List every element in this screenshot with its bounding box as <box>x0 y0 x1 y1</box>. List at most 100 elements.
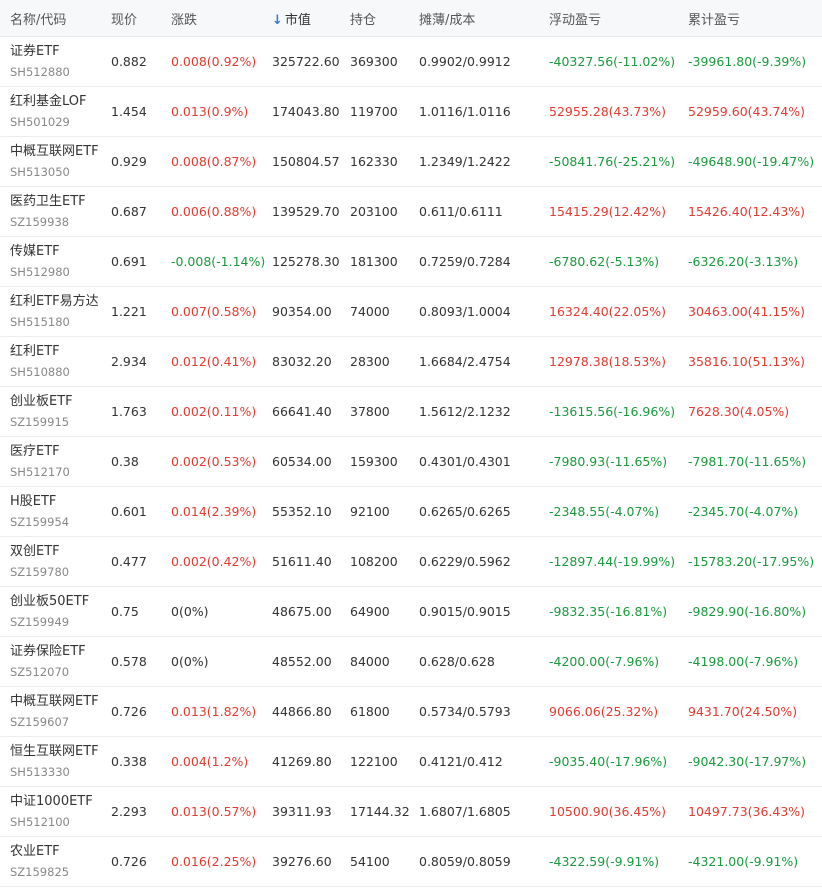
column-header-change[interactable]: 涨跌 <box>171 9 272 28</box>
table-body: 证券ETF SH512880 0.882 0.008(0.92%) 325722.60 3… <box>0 37 822 887</box>
table-row[interactable]: 红利ETF SH510880 2.934 0.012(0.41%) 83032.20 28… <box>0 337 822 387</box>
column-header-float-pnl[interactable]: 浮动盈亏 <box>549 9 688 28</box>
column-header-market-value[interactable]: ↓ 市值 <box>272 9 350 28</box>
column-header-total-pnl[interactable]: 累计盈亏 <box>688 9 822 28</box>
market-value-cell: 41269.80 <box>272 754 332 769</box>
table-row[interactable]: 证券保险ETF SZ512070 0.578 0(0%) 48552.00 84000 0.… <box>0 637 822 687</box>
column-header-market-value-label: 市值 <box>284 12 311 28</box>
column-header-name[interactable]: 名称/代码 <box>0 9 111 28</box>
table-row[interactable]: 医药卫生ETF SZ159938 0.687 0.006(0.88%) 139529.7… <box>0 187 822 237</box>
fund-name: 红利基金LOF <box>10 94 87 109</box>
market-value-cell: 174043.80 <box>272 104 340 119</box>
total-pnl-cell: -9042.30(-17.97%) <box>688 754 807 769</box>
fund-name: 创业板50ETF <box>10 594 90 609</box>
fund-name-cell: H股ETF SZ159954 <box>0 493 111 530</box>
cost-cell: 0.5734/0.5793 <box>419 704 511 719</box>
cost-cell: 0.9902/0.9912 <box>419 54 511 69</box>
total-pnl-cell: -4198.00(-7.96%) <box>688 654 799 669</box>
holding-cell: 17144.32 <box>350 804 410 819</box>
market-value-cell: 51611.40 <box>272 554 332 569</box>
table-row[interactable]: 农业ETF SZ159825 0.726 0.016(2.25%) 39276.60 54… <box>0 837 822 887</box>
fund-code: SZ159949 <box>10 615 70 629</box>
change-cell: 0.013(0.57%) <box>171 804 257 819</box>
column-header-price[interactable]: 现价 <box>111 9 171 28</box>
market-value-cell: 44866.80 <box>272 704 332 719</box>
total-pnl-cell: -39961.80(-9.39%) <box>688 54 807 69</box>
table-row[interactable]: 医疗ETF SH512170 0.38 0.002(0.53%) 60534.00 159… <box>0 437 822 487</box>
price-cell: 0.882 <box>111 54 147 69</box>
change-cell: 0.012(0.41%) <box>171 354 257 369</box>
table-row[interactable]: 双创ETF SZ159780 0.477 0.002(0.42%) 51611.40 10… <box>0 537 822 587</box>
table-row[interactable]: 恒生互联网ETF SH513330 0.338 0.004(1.2%) 41269.80… <box>0 737 822 787</box>
price-cell: 1.221 <box>111 304 147 319</box>
float-pnl-cell: -50841.76(-25.21%) <box>549 154 676 169</box>
fund-name: 医疗ETF <box>10 444 60 459</box>
float-pnl-cell: 9066.06(25.32%) <box>549 704 659 719</box>
market-value-cell: 90354.00 <box>272 304 332 319</box>
market-value-cell: 48552.00 <box>272 654 332 669</box>
table-row[interactable]: 中证1000ETF SH512100 2.293 0.013(0.57%) 39311.… <box>0 787 822 837</box>
table-row[interactable]: 创业板ETF SZ159915 1.763 0.002(0.11%) 66641.40 3… <box>0 387 822 437</box>
price-cell: 1.454 <box>111 104 147 119</box>
market-value-cell: 125278.30 <box>272 254 340 269</box>
cost-cell: 0.628/0.628 <box>419 654 495 669</box>
total-pnl-cell: 7628.30(4.05%) <box>688 404 790 419</box>
holding-cell: 37800 <box>350 404 390 419</box>
market-value-cell: 60534.00 <box>272 454 332 469</box>
table-row[interactable]: 中概互联网ETF SZ159607 0.726 0.013(1.82%) 44866.8… <box>0 687 822 737</box>
float-pnl-cell: 15415.29(12.42%) <box>549 204 667 219</box>
cost-cell: 1.5612/2.1232 <box>419 404 511 419</box>
fund-name-cell: 中证1000ETF SH512100 <box>0 793 111 830</box>
change-cell: 0.013(0.9%) <box>171 104 249 119</box>
fund-name: 红利ETF易方达 <box>10 294 99 309</box>
sort-descending-icon: ↓ <box>272 12 283 28</box>
market-value-cell: 39276.60 <box>272 854 332 869</box>
table-row[interactable]: 传媒ETF SH512980 0.691 -0.008(-1.14%) 125278.3… <box>0 237 822 287</box>
total-pnl-cell: -2345.70(-4.07%) <box>688 504 799 519</box>
fund-code: SZ159954 <box>10 515 70 529</box>
fund-name-cell: 创业板ETF SZ159915 <box>0 393 111 430</box>
fund-code: SZ159825 <box>10 865 70 879</box>
column-header-cost[interactable]: 摊薄/成本 <box>419 9 549 28</box>
fund-code: SZ512070 <box>10 665 70 679</box>
price-cell: 0.578 <box>111 654 147 669</box>
market-value-cell: 150804.57 <box>272 154 340 169</box>
fund-name-cell: 红利基金LOF SH501029 <box>0 93 111 130</box>
fund-name: 证券保险ETF <box>10 644 86 659</box>
column-header-holding[interactable]: 持仓 <box>350 9 419 28</box>
table-row[interactable]: H股ETF SZ159954 0.601 0.014(2.39%) 55352.10 92… <box>0 487 822 537</box>
holding-cell: 203100 <box>350 204 398 219</box>
table-row[interactable]: 证券ETF SH512880 0.882 0.008(0.92%) 325722.60 3… <box>0 37 822 87</box>
change-cell: 0(0%) <box>171 604 209 619</box>
holdings-table: 名称/代码 现价 涨跌 ↓ 市值 持仓 摊薄/成本 浮动盈亏 累计盈亏 证券ETF… <box>0 0 822 887</box>
change-cell: 0.007(0.58%) <box>171 304 257 319</box>
holding-cell: 108200 <box>350 554 398 569</box>
fund-name: 红利ETF <box>10 344 60 359</box>
cost-cell: 0.611/0.6111 <box>419 204 503 219</box>
holding-cell: 119700 <box>350 104 398 119</box>
cost-cell: 0.8059/0.8059 <box>419 854 511 869</box>
change-cell: 0.008(0.87%) <box>171 154 257 169</box>
fund-name-cell: 红利ETF SH510880 <box>0 343 111 380</box>
fund-code: SZ159915 <box>10 415 70 429</box>
holding-cell: 64900 <box>350 604 390 619</box>
float-pnl-cell: 12978.38(18.53%) <box>549 354 667 369</box>
table-row[interactable]: 中概互联网ETF SH513050 0.929 0.008(0.87%) 150804.… <box>0 137 822 187</box>
fund-code: SH513050 <box>10 165 70 179</box>
float-pnl-cell: 10500.90(36.45%) <box>549 804 667 819</box>
price-cell: 0.338 <box>111 754 147 769</box>
market-value-cell: 139529.70 <box>272 204 340 219</box>
float-pnl-cell: -2348.55(-4.07%) <box>549 504 660 519</box>
float-pnl-cell: -6780.62(-5.13%) <box>549 254 660 269</box>
float-pnl-cell: -12897.44(-19.99%) <box>549 554 676 569</box>
table-row[interactable]: 创业板50ETF SZ159949 0.75 0(0%) 48675.00 64900 0.… <box>0 587 822 637</box>
fund-name: 传媒ETF <box>10 244 60 259</box>
price-cell: 0.691 <box>111 254 147 269</box>
fund-name: 医药卫生ETF <box>10 194 86 209</box>
total-pnl-cell: 30463.00(41.15%) <box>688 304 806 319</box>
table-row[interactable]: 红利ETF易方达 SH515180 1.221 0.007(0.58%) 90354.0… <box>0 287 822 337</box>
table-row[interactable]: 红利基金LOF SH501029 1.454 0.013(0.9%) 174043.80… <box>0 87 822 137</box>
total-pnl-cell: -49648.90(-19.47%) <box>688 154 815 169</box>
float-pnl-cell: 16324.40(22.05%) <box>549 304 667 319</box>
cost-cell: 1.6807/1.6805 <box>419 804 511 819</box>
